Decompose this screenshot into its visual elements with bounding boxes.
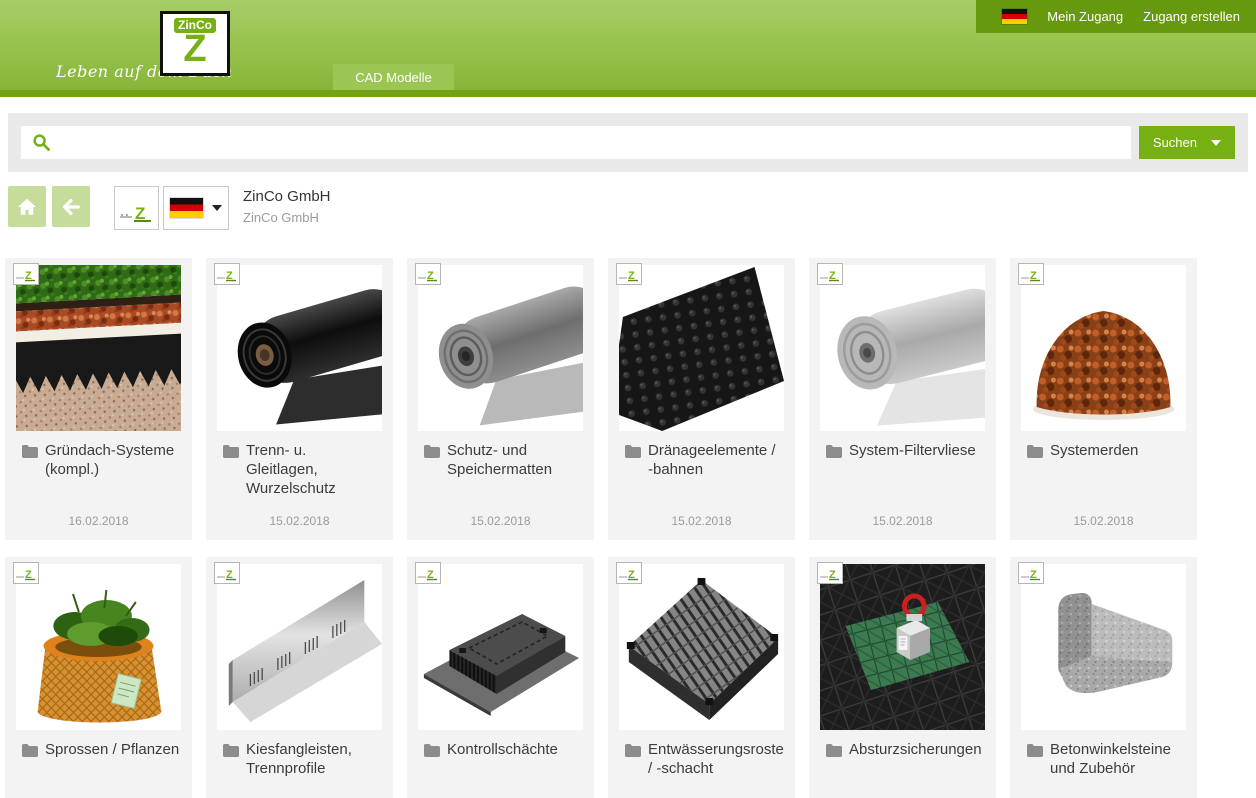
search-button-label: Suchen bbox=[1152, 135, 1197, 150]
category-card[interactable]: Z Betonwinkelsteine und Zubehör bbox=[1010, 557, 1197, 798]
home-button[interactable] bbox=[8, 186, 46, 227]
folder-icon bbox=[424, 741, 444, 762]
card-grid: Z Gründach-Systeme (kompl.) 16.02.2018 Z… bbox=[0, 258, 1256, 798]
category-card[interactable]: Z Systemerden 15.02.2018 bbox=[1010, 258, 1197, 540]
zinco-mini-logo-icon: Z bbox=[119, 204, 151, 223]
card-label: Entwässerungsroste / -schacht bbox=[648, 741, 784, 777]
card-thumbnail bbox=[16, 564, 181, 730]
folder-icon bbox=[826, 741, 846, 762]
folder-icon bbox=[1027, 442, 1047, 463]
card-label: Trenn- u. Gleitlagen, Wurzelschutz bbox=[246, 442, 336, 497]
my-access-link[interactable]: Mein Zugang bbox=[1047, 9, 1123, 24]
card-thumbnail bbox=[1021, 564, 1186, 730]
card-date: 15.02.2018 bbox=[872, 514, 933, 528]
zinco-logo-z-icon: Z bbox=[183, 28, 207, 70]
card-label: Dränageelemente / -bahnen bbox=[648, 442, 776, 478]
category-card[interactable]: Z Kontrollschächte bbox=[407, 557, 594, 798]
card-label: Schutz- und Speichermatten bbox=[447, 442, 553, 478]
category-card[interactable]: Z bbox=[809, 557, 996, 798]
card-label: Kiesfangleisten, Trennprofile bbox=[246, 741, 352, 777]
folder-icon bbox=[1027, 741, 1047, 779]
card-thumbnail bbox=[418, 564, 583, 730]
zinco-badge-icon: Z bbox=[415, 263, 441, 285]
card-thumbnail bbox=[418, 265, 583, 431]
category-card[interactable]: Z bbox=[5, 557, 192, 798]
category-card[interactable]: Z Entwässerungsroste / -schacht bbox=[608, 557, 795, 798]
card-date: 16.02.2018 bbox=[68, 514, 129, 528]
card-thumbnail bbox=[619, 564, 784, 730]
page-title: ZinCo GmbH bbox=[243, 188, 331, 205]
zinco-badge-icon: Z bbox=[13, 562, 39, 584]
category-card[interactable]: Z Dränageelemente / -bahnen 15.02.2018 bbox=[608, 258, 795, 540]
card-label: Systemerden bbox=[1050, 442, 1139, 459]
header-banner: Mein Zugang Zugang erstellen Leben auf d… bbox=[0, 0, 1256, 90]
card-date: 15.02.2018 bbox=[671, 514, 732, 528]
search-bar: Suchen bbox=[8, 113, 1248, 172]
folder-icon bbox=[424, 442, 444, 480]
card-thumbnail bbox=[1021, 265, 1186, 431]
folder-icon bbox=[223, 741, 243, 779]
category-card[interactable]: Z Schutz- und Speichermatten 15.02.2018 bbox=[407, 258, 594, 540]
folder-icon bbox=[22, 741, 42, 762]
title-block: ZinCo GmbH ZinCo GmbH bbox=[243, 186, 331, 225]
zinco-badge-icon: Z bbox=[1018, 263, 1044, 285]
card-date: 15.02.2018 bbox=[1073, 514, 1134, 528]
category-card[interactable]: Z Trenn- u. Gleitlagen, Wurzelschutz 15.… bbox=[206, 258, 393, 540]
chevron-down-icon bbox=[1211, 139, 1221, 146]
header: Mein Zugang Zugang erstellen Leben auf d… bbox=[0, 0, 1256, 97]
create-access-link[interactable]: Zugang erstellen bbox=[1143, 9, 1240, 24]
card-thumbnail bbox=[16, 265, 181, 431]
folder-icon bbox=[625, 442, 645, 480]
company-logo-thumbnail[interactable]: Z bbox=[114, 186, 159, 230]
zinco-badge-icon: Z bbox=[13, 263, 39, 285]
zinco-badge-icon: Z bbox=[214, 562, 240, 584]
account-topbar: Mein Zugang Zugang erstellen bbox=[976, 0, 1256, 33]
back-arrow-icon bbox=[62, 198, 80, 215]
zinco-badge-icon: Z bbox=[817, 263, 843, 285]
search-button[interactable]: Suchen bbox=[1138, 126, 1235, 159]
home-icon bbox=[17, 198, 37, 215]
card-thumbnail bbox=[820, 564, 985, 730]
german-flag-icon[interactable] bbox=[1002, 9, 1028, 24]
navigation-toolbar: Z ZinCo GmbH ZinCo GmbH bbox=[8, 186, 1248, 230]
page-subtitle: ZinCo GmbH bbox=[243, 210, 319, 225]
card-label: Gründach-Systeme (kompl.) bbox=[45, 442, 175, 478]
card-label: Betonwinkelsteine und Zubehör bbox=[1050, 741, 1171, 777]
folder-icon bbox=[223, 442, 243, 498]
tab-cad-modelle[interactable]: CAD Modelle bbox=[333, 64, 454, 90]
card-label: Kontrollschächte bbox=[447, 741, 558, 758]
zinco-logo[interactable]: ZinCo Z bbox=[160, 11, 230, 76]
card-thumbnail bbox=[619, 265, 784, 431]
folder-icon bbox=[22, 442, 42, 480]
card-label: Sprossen / Pflanzen bbox=[45, 741, 180, 758]
language-selector[interactable] bbox=[163, 186, 229, 230]
card-thumbnail bbox=[820, 265, 985, 431]
card-label: System-Filtervliese bbox=[849, 442, 976, 459]
zinco-badge-icon: Z bbox=[1018, 562, 1044, 584]
zinco-badge-icon: Z bbox=[214, 263, 240, 285]
zinco-badge-icon: Z bbox=[616, 562, 642, 584]
zinco-badge-icon: Z bbox=[415, 562, 441, 584]
category-card[interactable]: Z Kiesfangleisten, Trennprofile bbox=[206, 557, 393, 798]
category-card[interactable]: Z System-Filtervliese 15.02.2018 bbox=[809, 258, 996, 540]
folder-icon bbox=[826, 442, 846, 463]
folder-icon bbox=[625, 741, 645, 779]
card-thumbnail bbox=[217, 564, 382, 730]
german-flag-icon bbox=[170, 198, 203, 218]
zinco-badge-icon: Z bbox=[616, 263, 642, 285]
search-input[interactable] bbox=[21, 126, 1131, 159]
category-card[interactable]: Z bbox=[5, 258, 192, 540]
card-label: Absturzsicherungen bbox=[849, 741, 982, 758]
search-field bbox=[21, 126, 1131, 159]
search-icon bbox=[33, 134, 50, 151]
card-thumbnail bbox=[217, 265, 382, 431]
card-date: 15.02.2018 bbox=[470, 514, 531, 528]
chevron-down-icon bbox=[212, 205, 222, 211]
back-button[interactable] bbox=[52, 186, 90, 227]
header-divider-strip bbox=[0, 90, 1256, 97]
card-date: 15.02.2018 bbox=[269, 514, 330, 528]
zinco-badge-icon: Z bbox=[817, 562, 843, 584]
